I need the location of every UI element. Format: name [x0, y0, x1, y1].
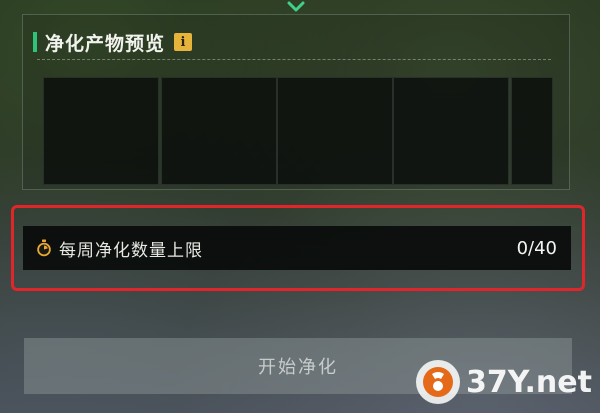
product-slot-3[interactable]	[277, 77, 393, 185]
info-icon[interactable]: i	[174, 33, 193, 51]
weekly-limit-label: 每周净化数量上限	[59, 240, 203, 261]
product-slot-5[interactable]	[511, 77, 553, 185]
watermark-text: 37Y.net	[466, 365, 592, 400]
weekly-limit-count: 0/40	[516, 237, 557, 259]
start-purification-label: 开始净化	[258, 357, 338, 378]
info-glyph: i	[180, 34, 186, 50]
preview-title: 净化产物预览	[45, 32, 166, 55]
chevron-down-icon[interactable]	[284, 0, 308, 14]
stopwatch-icon	[37, 239, 51, 257]
accent-bar	[33, 32, 37, 52]
preview-header: 净化产物预览 i	[33, 29, 193, 55]
product-slots	[43, 77, 553, 187]
site-watermark: 37Y.net	[416, 360, 592, 404]
weekly-limit-bar: 每周净化数量上限 0/40	[23, 226, 571, 270]
product-slot-2[interactable]	[161, 77, 277, 185]
purification-preview-panel: 净化产物预览 i	[22, 14, 570, 190]
header-divider	[37, 59, 551, 60]
product-slot-4[interactable]	[393, 77, 509, 185]
product-slot-1[interactable]	[43, 77, 159, 185]
